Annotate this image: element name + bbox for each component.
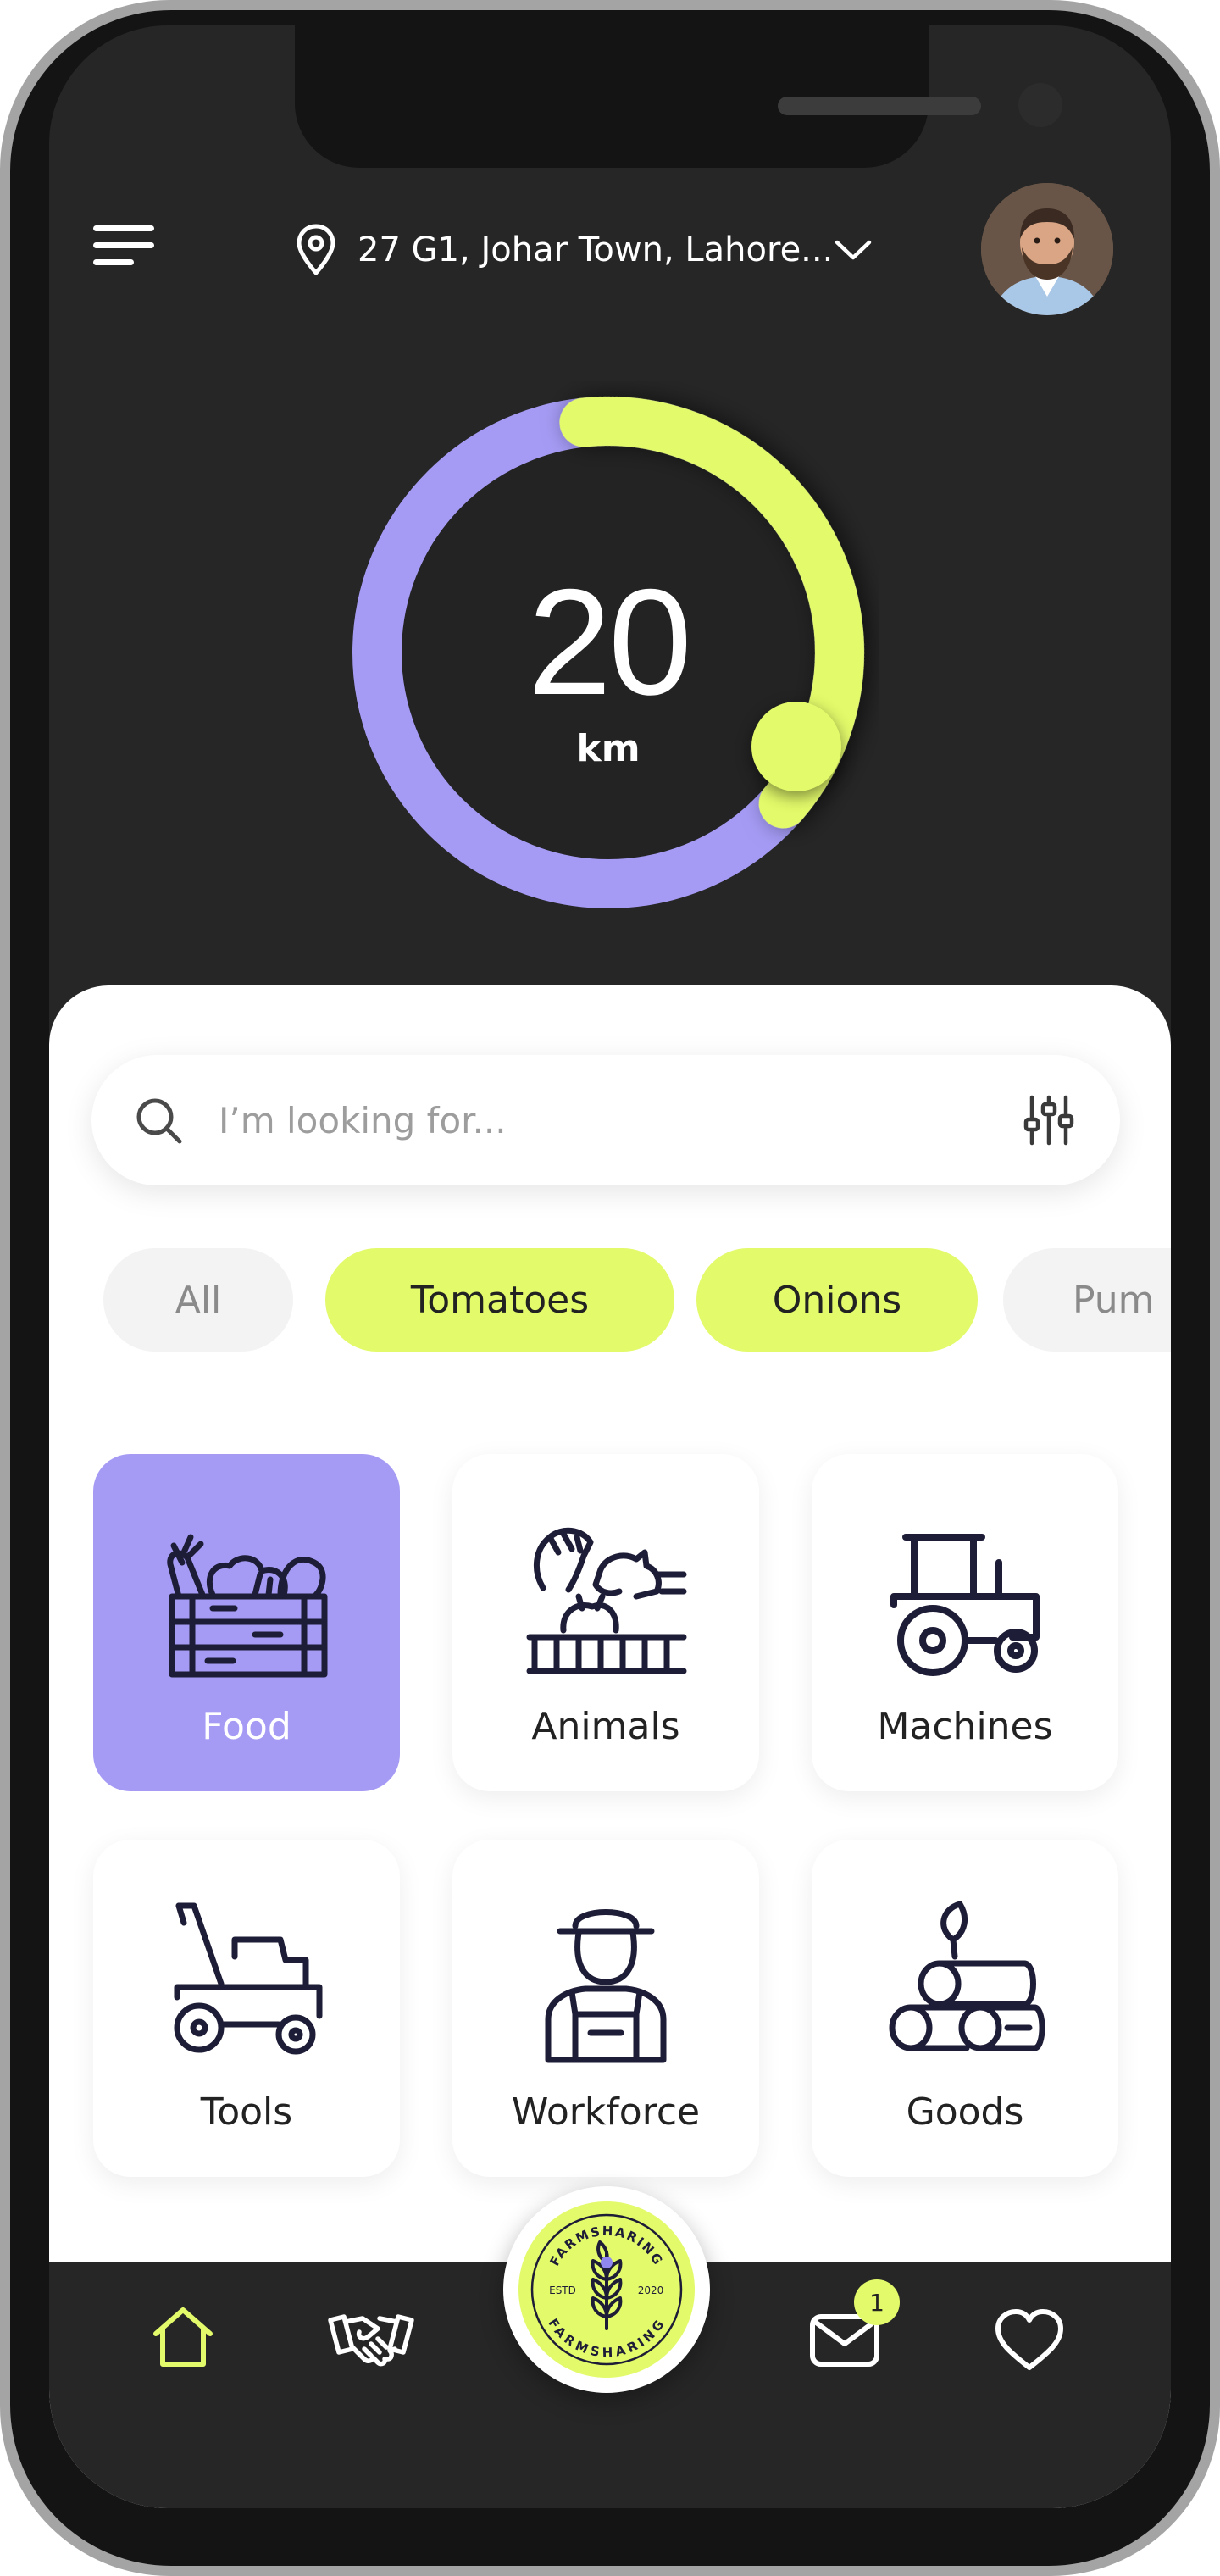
chip-label: Onions [772, 1278, 902, 1322]
phone-mockup: 27 G1, Johar Town, Lahore... 20 km I’m l… [0, 0, 1220, 2576]
filter-chips: All Tomatoes Onions Pum [49, 1248, 1171, 1355]
chip-tomatoes[interactable]: Tomatoes [325, 1248, 674, 1352]
category-label: Tools [200, 2090, 293, 2134]
chip-pumpkins[interactable]: Pum [1003, 1248, 1171, 1352]
chip-label: All [175, 1278, 222, 1322]
location-text: 27 G1, Johar Town, Lahore... [358, 230, 834, 269]
front-camera [1018, 83, 1062, 127]
distance-slider-handle[interactable] [751, 702, 841, 791]
category-card-goods[interactable]: Goods [812, 1840, 1118, 2177]
hamburger-menu-icon[interactable] [93, 225, 161, 276]
firewood-logs-icon [889, 1901, 1045, 2051]
distance-radius-gauge[interactable]: 20 km [337, 381, 879, 924]
distance-value: 20 [528, 558, 692, 726]
chip-label: Tomatoes [410, 1278, 590, 1322]
user-avatar[interactable] [981, 183, 1113, 315]
category-card-food[interactable]: Food [93, 1454, 400, 1791]
notch [295, 25, 1062, 168]
avatar-photo [981, 183, 1113, 315]
home-icon[interactable] [149, 2303, 217, 2371]
category-card-tools[interactable]: Tools [93, 1840, 400, 2177]
speaker-grille [778, 97, 981, 115]
location-selector[interactable]: 27 G1, Johar Town, Lahore... [295, 220, 872, 280]
tractor-icon [890, 1534, 1040, 1676]
category-label: Food [202, 1705, 291, 1748]
messages-badge: 1 [854, 2279, 900, 2325]
chip-label: Pum [1073, 1278, 1155, 1322]
farm-animals-icon [526, 1527, 687, 1674]
heart-icon[interactable] [993, 2308, 1066, 2373]
handshake-icon[interactable] [327, 2307, 415, 2371]
category-label: Workforce [511, 2090, 701, 2134]
farmsharing-logo-mark: FARMSHARING FARMSHARING ESTD 2020 [530, 2213, 683, 2366]
category-label: Animals [531, 1705, 680, 1748]
logo-left-text: ESTD [549, 2285, 576, 2296]
chip-onions[interactable]: Onions [696, 1248, 978, 1352]
search-bar[interactable] [92, 1055, 1120, 1185]
search-input[interactable] [217, 1089, 949, 1152]
category-card-animals[interactable]: Animals [452, 1454, 759, 1791]
chevron-down-icon[interactable] [835, 238, 872, 262]
filter-sliders-icon[interactable] [1023, 1094, 1074, 1146]
search-icon [136, 1098, 182, 1144]
category-card-workforce[interactable]: Workforce [452, 1840, 759, 2177]
category-label: Machines [877, 1705, 1053, 1748]
map-pin-icon [297, 224, 336, 275]
logo-right-text: 2020 [638, 2285, 664, 2296]
vegetable-crate-icon [167, 1534, 328, 1678]
farmsharing-logo: FARMSHARING FARMSHARING ESTD 2020 [518, 2201, 695, 2378]
app-screen: 27 G1, Johar Town, Lahore... 20 km I’m l… [49, 25, 1171, 2508]
category-card-machines[interactable]: Machines [812, 1454, 1118, 1791]
farmsharing-logo-button[interactable]: FARMSHARING FARMSHARING ESTD 2020 [503, 2186, 710, 2393]
lawn-mower-icon [174, 1902, 323, 2055]
category-label: Goods [906, 2090, 1024, 2134]
chip-all[interactable]: All [103, 1248, 293, 1352]
wheat-icon [591, 2240, 623, 2330]
farmer-icon [545, 1909, 667, 2063]
